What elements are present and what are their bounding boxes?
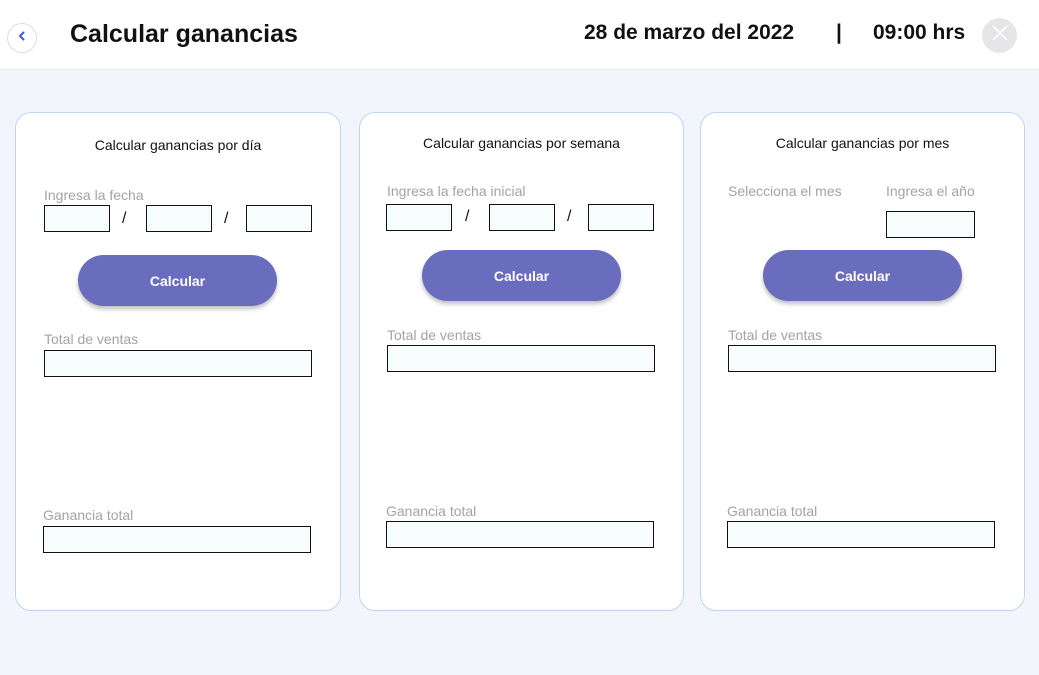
calculate-button[interactable]: Calcular [763, 250, 962, 301]
sales-total-field[interactable] [44, 350, 312, 377]
month-card-title: Calcular ganancias por mes [775, 135, 950, 151]
profit-label: Ganancia total [386, 503, 477, 519]
sales-label: Total de ventas [728, 327, 823, 343]
profit-total-field[interactable] [386, 521, 654, 548]
profit-total-field[interactable] [727, 521, 995, 548]
profit-label: Ganancia total [43, 507, 134, 523]
day-field[interactable] [44, 205, 110, 232]
header-bar: Calcular ganancias 28 de marzo del 2022 … [0, 0, 1039, 70]
sales-total-field[interactable] [728, 345, 996, 372]
week-card-title: Calcular ganancias por semana [423, 135, 620, 151]
year-field[interactable] [246, 205, 312, 232]
day-card-title: Calcular ganancias por día [94, 137, 262, 153]
day-card: Calcular ganancias por día Ingresa la fe… [15, 112, 341, 611]
profit-label: Ganancia total [727, 503, 818, 519]
day-date-separator: / [224, 210, 229, 227]
year-field[interactable] [886, 211, 975, 238]
sales-label: Total de ventas [44, 331, 139, 347]
header-time: 09:00 hrs [873, 21, 966, 44]
profit-total-field[interactable] [43, 526, 311, 553]
chevron-left-icon [16, 29, 28, 47]
month-card: Calcular ganancias por mes Selecciona el… [700, 112, 1025, 611]
sales-label: Total de ventas [387, 327, 482, 343]
week-date-separator: / [567, 208, 572, 225]
calculate-button[interactable]: Calcular [78, 255, 277, 306]
close-button[interactable] [982, 18, 1017, 53]
week-date-separator: / [465, 208, 470, 225]
week-card: Calcular ganancias por semana Ingresa la… [359, 112, 684, 611]
close-icon [991, 24, 1009, 47]
calculate-button[interactable]: Calcular [422, 250, 621, 301]
back-button[interactable] [7, 23, 37, 53]
year-input-label: Ingresa el año [886, 183, 975, 199]
week-date-label: Ingresa la fecha inicial [387, 183, 526, 199]
page-title: Calcular ganancias [70, 20, 298, 48]
year-field[interactable] [588, 204, 654, 231]
month-field[interactable] [489, 204, 555, 231]
header-date: 28 de marzo del 2022 [584, 21, 795, 44]
day-date-label: Ingresa la fecha [44, 187, 144, 203]
month-field[interactable] [146, 205, 212, 232]
day-field[interactable] [386, 204, 452, 231]
day-date-separator: / [122, 210, 127, 227]
month-select-label: Selecciona el mes [728, 183, 842, 199]
sales-total-field[interactable] [387, 345, 655, 372]
header-separator: | [836, 21, 842, 44]
